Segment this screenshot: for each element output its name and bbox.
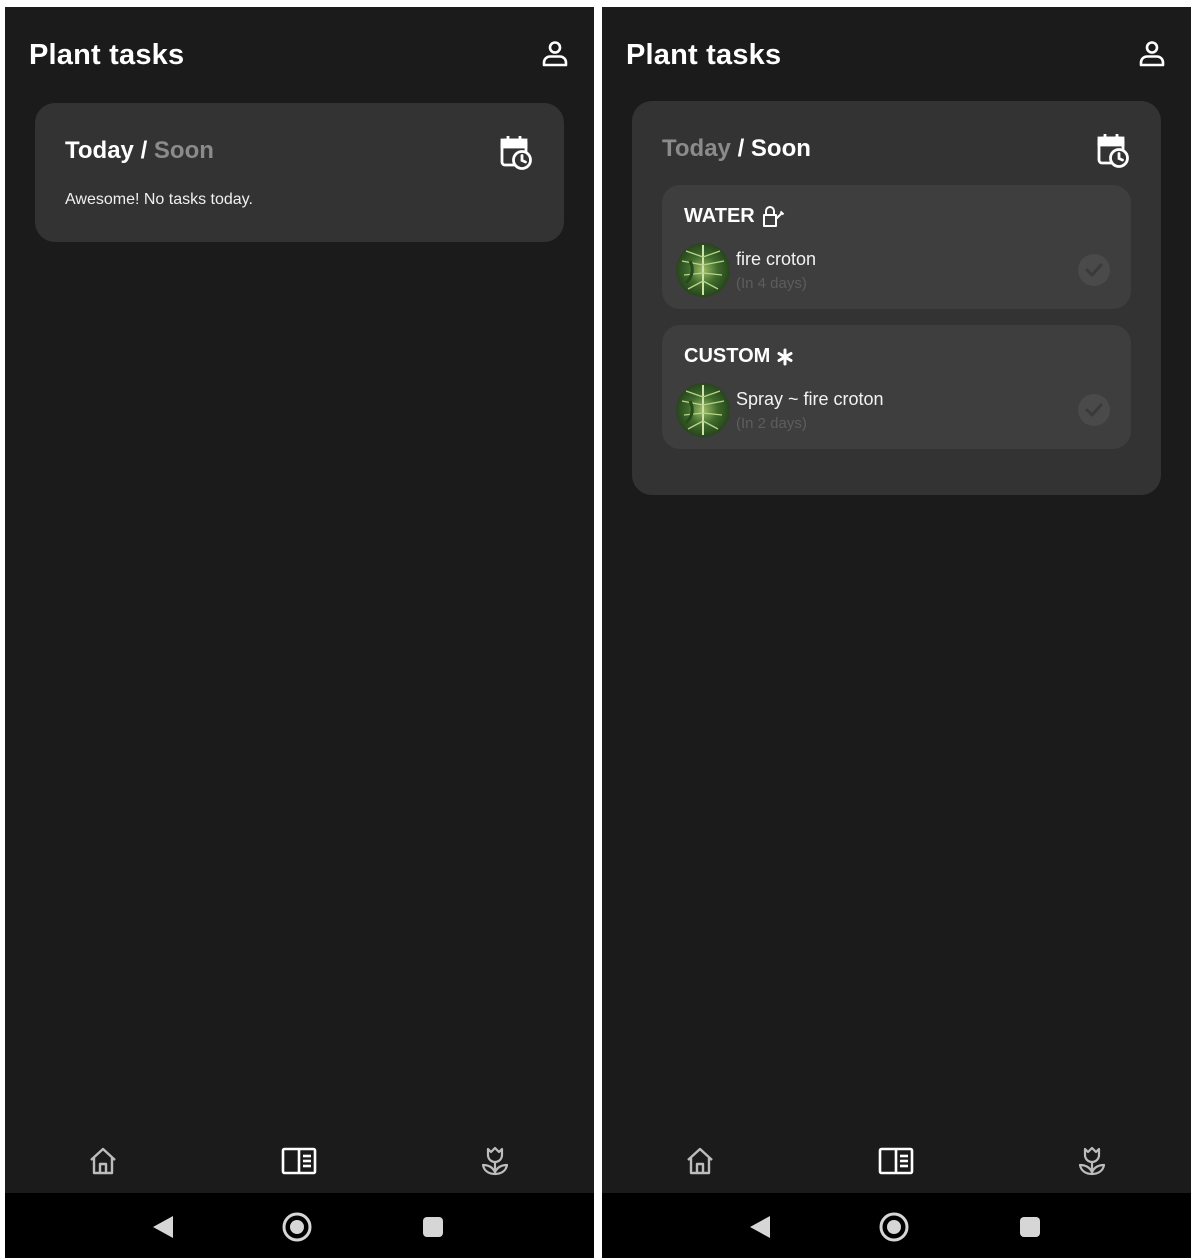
- complete-check-icon[interactable]: [1077, 393, 1111, 427]
- tasks-icon[interactable]: [876, 1141, 916, 1181]
- recents-icon[interactable]: [415, 1209, 451, 1245]
- plant-photo: [676, 243, 730, 297]
- empty-message: Awesome! No tasks today.: [65, 191, 253, 208]
- home-icon[interactable]: [83, 1141, 123, 1181]
- plants-icon[interactable]: [475, 1141, 515, 1181]
- app-header: Plant tasks: [5, 7, 594, 103]
- tab-soon[interactable]: Soon: [154, 137, 214, 164]
- tab-separator: /: [737, 135, 745, 162]
- bottom-nav: [602, 1135, 1191, 1193]
- tab-today[interactable]: Today: [662, 135, 731, 162]
- system-home-icon[interactable]: [876, 1209, 912, 1245]
- task-name: Spray ~ fire croton: [736, 389, 884, 409]
- page-title: Plant tasks: [626, 39, 782, 71]
- system-nav-bar: [5, 1193, 594, 1258]
- plant-photo: [676, 383, 730, 437]
- day-tabs: Today / Soon: [662, 135, 811, 163]
- tab-today[interactable]: Today: [65, 137, 134, 164]
- tab-soon[interactable]: Soon: [751, 135, 811, 162]
- group-title-label: CUSTOM: [684, 345, 771, 367]
- tasks-icon[interactable]: [279, 1141, 319, 1181]
- group-title: CUSTOM: [684, 345, 794, 368]
- app-header: Plant tasks: [602, 7, 1191, 103]
- complete-check-icon[interactable]: [1077, 253, 1111, 287]
- home-icon[interactable]: [680, 1141, 720, 1181]
- task-due: (In 4 days): [736, 275, 807, 292]
- asterisk-icon: [777, 348, 793, 365]
- task-name: fire croton: [736, 249, 817, 269]
- task-group-water: WATER fire croton (In 4 days): [662, 185, 1131, 309]
- tasks-card: Today / Soon Awesome! No tasks today.: [35, 103, 564, 242]
- task-due: (In 2 days): [736, 415, 807, 432]
- task-row[interactable]: Spray ~ fire croton (In 2 days): [676, 381, 1117, 437]
- calendar-clock-icon[interactable]: [1095, 131, 1131, 169]
- page-title: Plant tasks: [29, 39, 185, 71]
- system-nav-bar: [602, 1193, 1191, 1258]
- user-icon[interactable]: [540, 39, 570, 69]
- watering-can-icon: [762, 205, 784, 227]
- group-title: WATER: [684, 205, 785, 228]
- phone-screen-today: Plant tasks Today / Soon Awesome! No tas…: [5, 7, 594, 1258]
- phone-screen-soon: Plant tasks Today / Soon WATER fire crot…: [602, 7, 1191, 1258]
- user-icon[interactable]: [1137, 39, 1167, 69]
- task-group-custom: CUSTOM Spray ~ fire croton (In 2 days): [662, 325, 1131, 449]
- calendar-clock-icon[interactable]: [498, 133, 534, 171]
- recents-icon[interactable]: [1012, 1209, 1048, 1245]
- back-icon[interactable]: [742, 1209, 778, 1245]
- day-tabs: Today / Soon: [65, 137, 214, 165]
- group-title-label: WATER: [684, 205, 755, 227]
- system-home-icon[interactable]: [279, 1209, 315, 1245]
- bottom-nav: [5, 1135, 594, 1193]
- task-row[interactable]: fire croton (In 4 days): [676, 241, 1117, 297]
- tab-separator: /: [140, 137, 148, 164]
- tasks-card: Today / Soon WATER fire croton (In 4 day…: [632, 101, 1161, 495]
- screenshot-stage: Plant tasks Today / Soon Awesome! No tas…: [0, 0, 1192, 1258]
- back-icon[interactable]: [145, 1209, 181, 1245]
- plants-icon[interactable]: [1072, 1141, 1112, 1181]
